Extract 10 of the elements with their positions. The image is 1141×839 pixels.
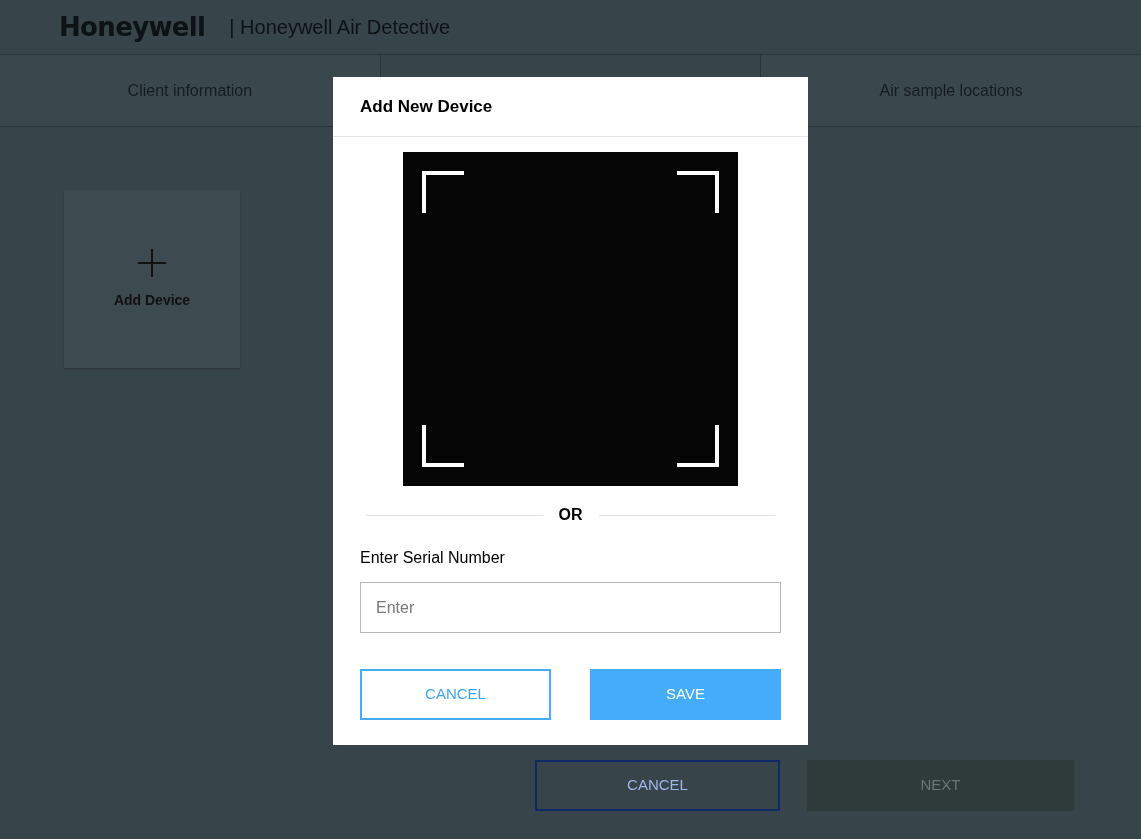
add-device-card[interactable]: Add Device bbox=[64, 190, 240, 368]
or-divider-text: OR bbox=[558, 505, 583, 525]
add-device-label: Add Device bbox=[113, 290, 191, 310]
plus-icon bbox=[137, 247, 167, 278]
serial-number-label: Enter Serial Number bbox=[359, 548, 506, 568]
dialog-title: Add New Device bbox=[360, 95, 493, 118]
save-button[interactable]: SAVE bbox=[590, 669, 781, 720]
cancel-button[interactable]: CANCEL bbox=[360, 669, 551, 720]
cancel-button[interactable]: CANCEL bbox=[535, 760, 780, 811]
serial-number-field[interactable]: Enter bbox=[360, 582, 781, 633]
